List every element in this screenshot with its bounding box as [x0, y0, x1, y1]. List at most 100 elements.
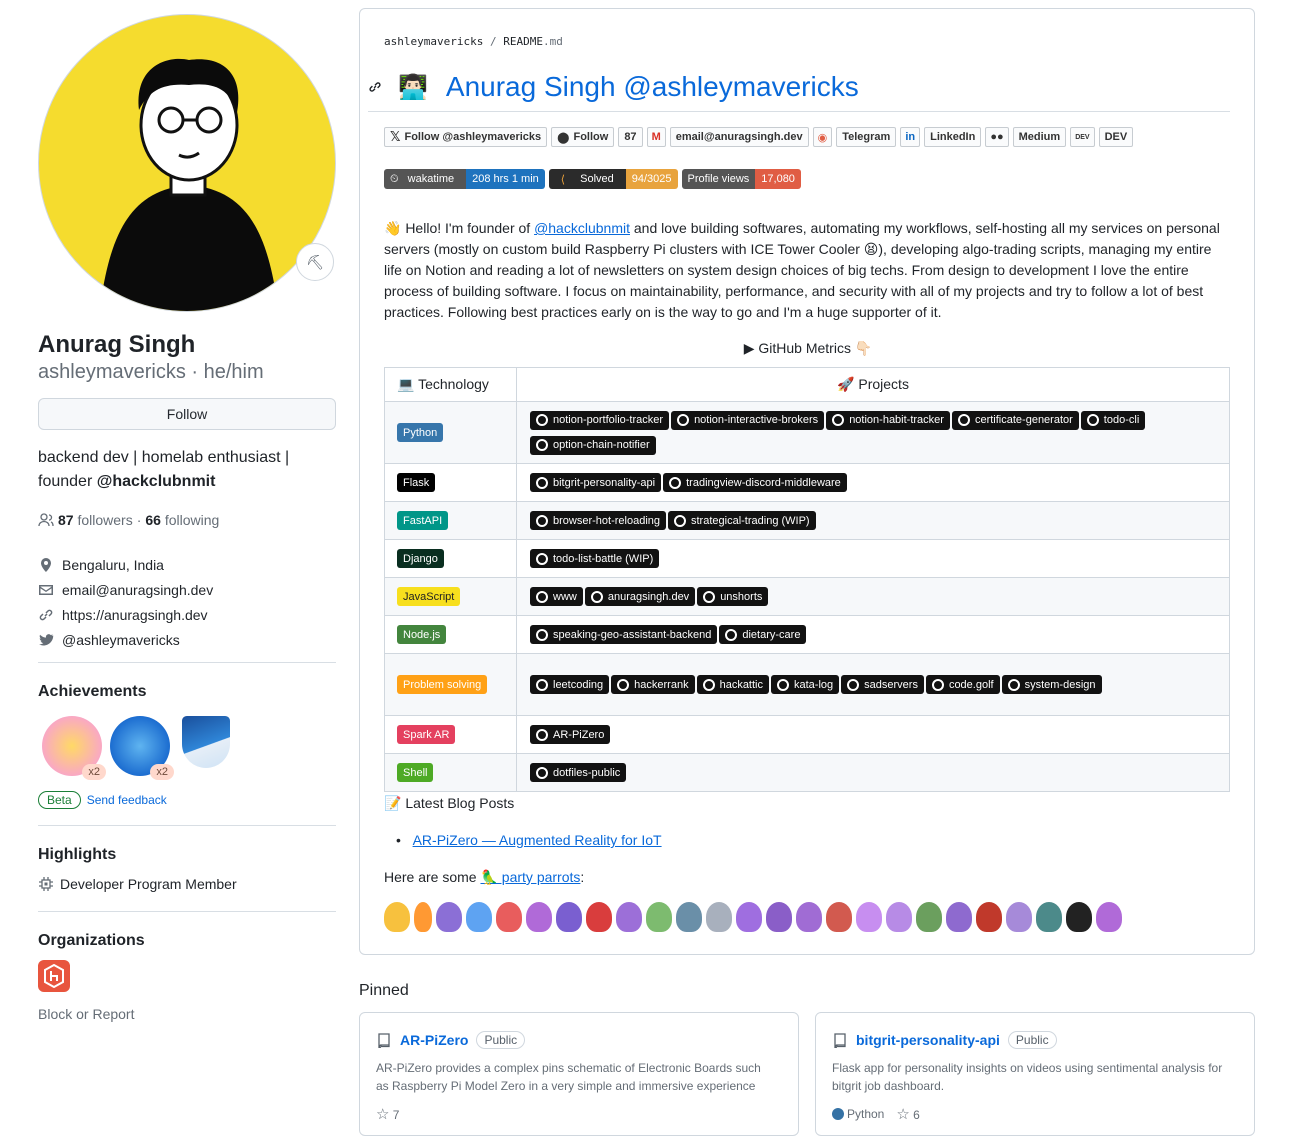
- github-follow-badge[interactable]: ⬤ Follow: [551, 127, 615, 147]
- project-badge-link[interactable]: anuragsingh.dev: [584, 587, 696, 606]
- github-followers-count-badge[interactable]: 87: [618, 127, 643, 147]
- projects-cell: leetcoding hackerrank hackattic kata-log sad…: [516, 653, 1230, 716]
- pinned-repo-card[interactable]: AR-PiZero Public AR-PiZero provides a com…: [359, 1012, 799, 1136]
- project-badge-link[interactable]: hackerrank: [611, 675, 695, 694]
- block-report-link[interactable]: Block or Report: [38, 1006, 134, 1022]
- project-badge-link[interactable]: dotfiles-public: [530, 763, 627, 782]
- project-badge-link[interactable]: AR-PiZero: [530, 725, 611, 744]
- parrot-icon: [1036, 902, 1062, 932]
- project-badge-link[interactable]: browser-hot-reloading: [530, 511, 666, 530]
- linkedin-badge[interactable]: LinkedIn: [924, 127, 982, 147]
- badge-label: Profile views: [681, 169, 756, 189]
- project-badge-link[interactable]: certificate-generator: [951, 410, 1079, 430]
- github-logo-icon: ⬤: [557, 131, 570, 144]
- party-parrots-link[interactable]: 🦜 party parrots: [480, 869, 580, 885]
- website-row[interactable]: https://anuragsingh.dev: [38, 602, 213, 627]
- project-badge-link[interactable]: strategical-trading (WIP): [668, 511, 816, 530]
- twitter-link[interactable]: @ashleymavericks: [62, 632, 180, 648]
- project-badge-link[interactable]: unshorts: [697, 587, 769, 606]
- repo-name-link[interactable]: bitgrit-personality-api: [856, 1032, 1000, 1048]
- dev-badge[interactable]: DEV: [1098, 127, 1134, 147]
- github-logo-icon: [957, 414, 970, 426]
- github-logo-icon: [777, 678, 789, 691]
- project-badge-link[interactable]: kata-log: [771, 675, 840, 694]
- project-badge-link[interactable]: www: [530, 587, 583, 606]
- project-badge-link[interactable]: speaking-geo-assistant-backend: [530, 625, 718, 644]
- avatar-illustration: [99, 58, 279, 311]
- profile-views-badge[interactable]: Profile views 17,080: [681, 169, 801, 189]
- repo-name-link[interactable]: AR-PiZero: [400, 1032, 468, 1048]
- projects-header: 🚀 Projects: [516, 367, 1230, 402]
- project-badge-link[interactable]: tradingview-discord-middleware: [663, 473, 847, 492]
- telegram-icon[interactable]: ◉: [812, 127, 833, 147]
- breadcrumb-user[interactable]: ashleymavericks: [384, 35, 483, 48]
- project-name: speaking-geo-assistant-backend: [553, 628, 712, 641]
- project-name: anuragsingh.dev: [607, 590, 690, 603]
- project-badge-link[interactable]: todo-cli: [1080, 410, 1146, 430]
- project-badge-link[interactable]: todo-list-battle (WIP): [530, 549, 660, 568]
- achievement-badge-arctic[interactable]: [182, 716, 230, 768]
- email-row[interactable]: email@anuragsingh.dev: [38, 577, 213, 602]
- project-badge-link[interactable]: bitgrit-personality-api: [530, 473, 662, 492]
- project-badge-link[interactable]: option-chain-notifier: [530, 435, 656, 455]
- bio-mention-link[interactable]: @hackclubnmit: [97, 473, 216, 490]
- leetcode-badge[interactable]: ⟨ Solved 94/3025: [548, 169, 678, 189]
- dev-icon[interactable]: DEV: [1070, 127, 1095, 147]
- anchor-link-icon[interactable]: [368, 80, 382, 94]
- email-badge[interactable]: email@anuragsingh.dev: [669, 127, 809, 147]
- star-icon: ☆: [376, 1106, 390, 1123]
- avatar[interactable]: [38, 14, 336, 312]
- medium-icon[interactable]: ●●: [985, 127, 1009, 147]
- gmail-icon[interactable]: M: [646, 127, 666, 147]
- stars-link[interactable]: ☆ 7: [376, 1105, 399, 1123]
- project-badge-link[interactable]: notion-habit-tracker: [826, 410, 950, 430]
- parrot-icon: [796, 902, 822, 932]
- stars-link[interactable]: ☆ 6: [896, 1105, 919, 1123]
- following-link[interactable]: 66 following: [145, 512, 219, 528]
- achievement-badge-shark[interactable]: x2: [110, 716, 174, 780]
- project-badge-link[interactable]: code.golf: [925, 675, 1000, 694]
- project-badge-link[interactable]: hackattic: [696, 675, 769, 694]
- project-badge-link[interactable]: leetcoding: [530, 675, 610, 694]
- website-link[interactable]: https://anuragsingh.dev: [62, 607, 208, 623]
- projects-cell: todo-list-battle (WIP): [516, 539, 1230, 578]
- readme-breadcrumb: ashleymavericks / README.md: [384, 35, 563, 48]
- github-logo-icon: [536, 678, 548, 691]
- technology-cell: Shell: [384, 753, 517, 792]
- twitter-row[interactable]: @ashleymavericks: [38, 627, 213, 652]
- hackclub-link[interactable]: @hackclubnmit: [534, 220, 630, 236]
- parrot-icon: [736, 902, 762, 932]
- project-badge-link[interactable]: system-design: [1001, 675, 1102, 694]
- project-badge-link[interactable]: notion-portfolio-tracker: [530, 410, 670, 430]
- telegram-badge[interactable]: Telegram: [836, 127, 897, 147]
- follow-button[interactable]: Follow: [38, 398, 336, 430]
- medium-badge[interactable]: Medium: [1012, 127, 1067, 147]
- achievement-badge-starstruck[interactable]: x2: [42, 716, 106, 780]
- github-logo-icon: [536, 414, 548, 426]
- project-badge-link[interactable]: dietary-care: [719, 625, 807, 644]
- project-name: browser-hot-reloading: [553, 514, 660, 527]
- set-status-button[interactable]: ⛏: [296, 243, 334, 281]
- send-feedback-link[interactable]: Send feedback: [87, 793, 167, 807]
- email-link[interactable]: email@anuragsingh.dev: [62, 582, 213, 598]
- project-badge-link[interactable]: notion-interactive-brokers: [671, 410, 825, 430]
- followers-link[interactable]: 87 followers: [58, 512, 133, 528]
- twitter-follow-badge[interactable]: 𝕏 Follow @ashleymavericks: [384, 127, 548, 147]
- leetcode-icon: ⟨: [560, 173, 566, 186]
- github-metrics-summary[interactable]: ▶ GitHub Metrics 👇🏻: [360, 340, 1256, 357]
- project-name: bitgrit-personality-api: [553, 476, 656, 489]
- repo-description: AR-PiZero provides a complex pins schema…: [376, 1061, 761, 1093]
- pinned-repo-card[interactable]: bitgrit-personality-api Public Flask app …: [815, 1012, 1255, 1136]
- parrot-icon: [496, 902, 522, 932]
- wakatime-badge[interactable]: ⏲ wakatime 208 hrs 1 min: [384, 169, 545, 189]
- blog-post-link[interactable]: AR-PiZero — Augmented Reality for IoT: [413, 832, 662, 848]
- org-avatar-hackclub[interactable]: [38, 960, 70, 992]
- github-logo-icon: [832, 414, 845, 426]
- technology-badge: Node.js: [397, 625, 447, 644]
- project-name: hackerrank: [634, 678, 689, 691]
- highlight-item: Developer Program Member: [38, 876, 237, 892]
- intro-text: 👋 Hello! I'm founder of: [384, 220, 535, 236]
- technology-cell: Problem solving: [384, 653, 517, 716]
- project-badge-link[interactable]: sadservers: [841, 675, 924, 694]
- linkedin-icon[interactable]: in: [900, 127, 921, 147]
